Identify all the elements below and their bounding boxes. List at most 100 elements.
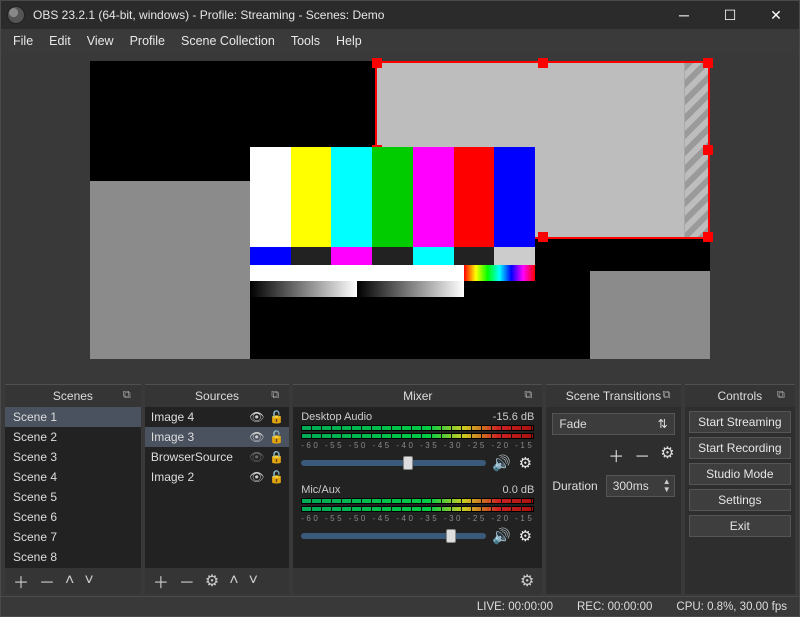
channel-db: 0.0 dB <box>503 484 535 496</box>
minimize-button[interactable]: ─ <box>661 1 707 29</box>
menu-view[interactable]: View <box>79 31 122 51</box>
studio-mode-button[interactable]: Studio Mode <box>689 463 791 485</box>
maximize-button[interactable]: ☐ <box>707 1 753 29</box>
duration-spinner[interactable]: ▲▼ <box>606 475 675 497</box>
source-gray-block-left[interactable] <box>90 181 250 359</box>
add-source-button[interactable]: ＋ <box>153 569 169 593</box>
remove-scene-button[interactable]: － <box>39 569 55 593</box>
undock-icon[interactable]: ⧉ <box>777 389 789 401</box>
gear-icon[interactable]: ⚙ <box>516 527 534 545</box>
volume-slider[interactable] <box>301 533 486 539</box>
status-cpu: CPU: 0.8%, 30.00 fps <box>676 601 787 613</box>
source-item[interactable]: Image 2 👁 🔓 <box>145 467 289 487</box>
move-scene-down-button[interactable]: ˅ <box>84 572 93 590</box>
volume-slider[interactable] <box>301 460 486 466</box>
obs-app-icon <box>7 6 25 24</box>
transition-select[interactable]: Fade ⇅ <box>552 413 674 435</box>
source-item[interactable]: Image 4 👁 🔓 <box>145 407 289 427</box>
move-source-up-button[interactable]: ˄ <box>229 572 238 590</box>
docks-row: Scenes ⧉ Scene 1 Scene 2 Scene 3 Scene 4… <box>1 384 799 596</box>
start-recording-button[interactable]: Start Recording <box>689 437 791 459</box>
transitions-panel-header: Scene Transitions ⧉ <box>546 385 680 407</box>
scenes-panel-header: Scenes ⧉ <box>5 385 141 407</box>
resize-handle[interactable] <box>703 232 713 242</box>
resize-handle[interactable] <box>538 232 548 242</box>
scenes-list[interactable]: Scene 1 Scene 2 Scene 3 Scene 4 Scene 5 … <box>5 407 141 568</box>
resize-handle[interactable] <box>703 145 713 155</box>
preview-area <box>1 53 799 384</box>
source-gray-block-right[interactable] <box>590 271 710 359</box>
lock-closed-icon[interactable]: 🔒 <box>269 450 283 464</box>
status-rec: REC: 00:00:00 <box>577 601 652 613</box>
source-color-bars[interactable] <box>250 147 535 297</box>
preview-canvas[interactable] <box>90 61 710 359</box>
undock-icon[interactable]: ⧉ <box>663 389 675 401</box>
controls-panel-header: Controls ⧉ <box>685 385 795 407</box>
lock-icon[interactable]: 🔓 <box>269 410 283 424</box>
visibility-icon[interactable]: 👁 <box>249 410 263 424</box>
menu-file[interactable]: File <box>5 31 41 51</box>
move-source-down-button[interactable]: ˅ <box>249 572 258 590</box>
visibility-off-icon[interactable]: 👁 <box>249 450 263 464</box>
audio-meter <box>301 498 534 504</box>
channel-name: Desktop Audio <box>301 411 372 423</box>
scene-item[interactable]: Scene 7 <box>5 527 141 547</box>
visibility-icon[interactable]: 👁 <box>249 470 263 484</box>
add-transition-button[interactable]: ＋ <box>608 443 624 467</box>
scene-item[interactable]: Scene 3 <box>5 447 141 467</box>
scene-item[interactable]: Scene 8 <box>5 547 141 567</box>
menu-tools[interactable]: Tools <box>283 31 328 51</box>
gear-icon[interactable]: ⚙ <box>516 454 534 472</box>
resize-handle[interactable] <box>703 58 713 68</box>
move-scene-up-button[interactable]: ˄ <box>65 572 74 590</box>
menu-profile[interactable]: Profile <box>122 31 173 51</box>
remove-transition-button[interactable]: － <box>634 443 650 467</box>
window-title: OBS 23.2.1 (64-bit, windows) - Profile: … <box>31 8 661 22</box>
close-button[interactable]: ✕ <box>753 1 799 29</box>
sources-title: Sources <box>195 389 239 403</box>
speaker-icon[interactable]: 🔊 <box>492 527 510 545</box>
menu-scene-collection[interactable]: Scene Collection <box>173 31 283 51</box>
source-name: Image 2 <box>151 470 243 484</box>
scene-item[interactable]: Scene 6 <box>5 507 141 527</box>
menu-help[interactable]: Help <box>328 31 370 51</box>
transitions-body: Fade ⇅ ＋ － ⚙ Duration ▲▼ <box>546 407 680 594</box>
exit-button[interactable]: Exit <box>689 515 791 537</box>
transition-properties-button[interactable]: ⚙ <box>660 443 674 467</box>
add-scene-button[interactable]: ＋ <box>13 569 29 593</box>
undock-icon[interactable]: ⧉ <box>524 389 536 401</box>
lock-icon[interactable]: 🔓 <box>269 430 283 444</box>
lock-icon[interactable]: 🔓 <box>269 470 283 484</box>
settings-button[interactable]: Settings <box>689 489 791 511</box>
scenes-panel: Scenes ⧉ Scene 1 Scene 2 Scene 3 Scene 4… <box>5 384 141 594</box>
scene-item[interactable]: Scene 5 <box>5 487 141 507</box>
transitions-panel: Scene Transitions ⧉ Fade ⇅ ＋ － ⚙ Duratio… <box>546 384 680 594</box>
scene-item[interactable]: Scene 2 <box>5 427 141 447</box>
duration-input[interactable] <box>607 479 663 493</box>
menu-edit[interactable]: Edit <box>41 31 79 51</box>
spin-down-icon[interactable]: ▼ <box>663 486 671 494</box>
status-bar: LIVE: 00:00:00 REC: 00:00:00 CPU: 0.8%, … <box>1 596 799 616</box>
mixer-settings-button[interactable]: ⚙ <box>520 571 534 591</box>
sources-list[interactable]: Image 4 👁 🔓 Image 3 👁 🔓 BrowserSource 👁 … <box>145 407 289 568</box>
meter-ticks: -60 -55 -50 -45 -40 -35 -30 -25 -20 -15 <box>301 441 534 450</box>
scene-item[interactable]: Scene 1 <box>5 407 141 427</box>
title-bar: OBS 23.2.1 (64-bit, windows) - Profile: … <box>1 1 799 29</box>
audio-meter <box>301 506 534 512</box>
speaker-icon[interactable]: 🔊 <box>492 454 510 472</box>
source-item[interactable]: Image 3 👁 🔓 <box>145 427 289 447</box>
remove-source-button[interactable]: － <box>179 569 195 593</box>
source-item[interactable]: BrowserSource 👁 🔒 <box>145 447 289 467</box>
duration-label: Duration <box>552 479 597 493</box>
transition-current: Fade <box>559 417 586 431</box>
mixer-toolbar: ⚙ <box>293 568 542 594</box>
resize-handle[interactable] <box>538 58 548 68</box>
resize-handle[interactable] <box>372 58 382 68</box>
scene-item[interactable]: Scene 4 <box>5 467 141 487</box>
undock-icon[interactable]: ⧉ <box>271 389 283 401</box>
undock-icon[interactable]: ⧉ <box>123 389 135 401</box>
start-streaming-button[interactable]: Start Streaming <box>689 411 791 433</box>
source-properties-button[interactable]: ⚙ <box>205 571 219 591</box>
mixer-body: Desktop Audio -15.6 dB -60 -55 -50 -45 -… <box>293 407 542 568</box>
visibility-icon[interactable]: 👁 <box>249 430 263 444</box>
